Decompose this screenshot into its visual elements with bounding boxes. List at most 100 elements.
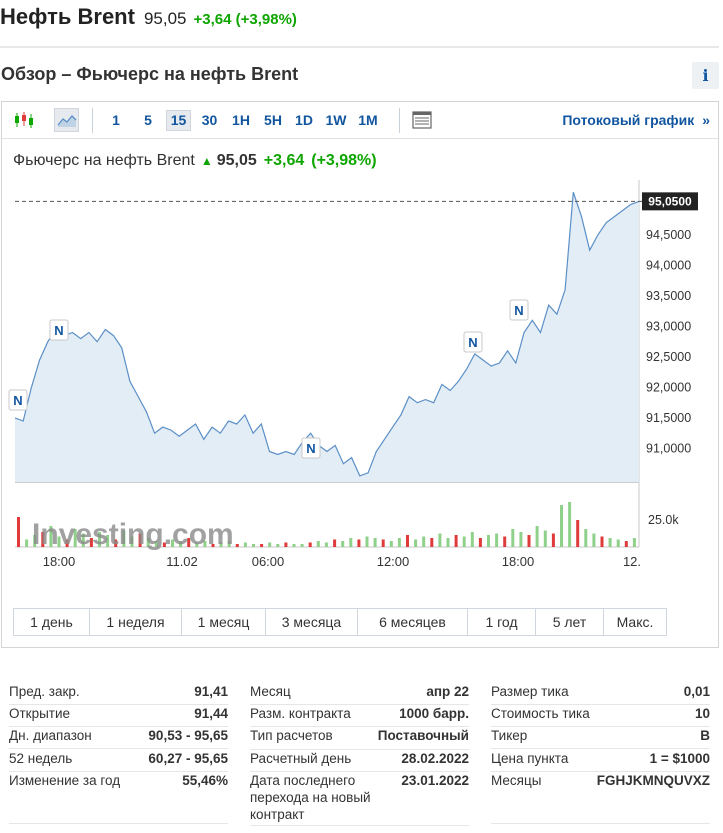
volume-bar	[487, 535, 490, 547]
range-button[interactable]: 1 год	[468, 609, 536, 635]
volume-bar	[243, 542, 247, 547]
stat-value: FGHJKMNQUVXZ	[596, 773, 710, 788]
volume-bar	[430, 538, 434, 547]
stat-row: Разм. контракта 1000 барр.	[250, 705, 469, 727]
stat-value: 60,27 - 95,65	[148, 751, 228, 766]
volume-bar	[592, 533, 596, 547]
stat-row: Месяцы FGHJKMNQUVXZ	[491, 772, 710, 824]
stat-row: 52 недель 60,27 - 95,65	[9, 750, 228, 772]
volume-bar	[284, 542, 288, 547]
volume-bar	[235, 544, 239, 547]
volume-bar	[422, 536, 426, 547]
y-tick-label: 93,5000	[646, 289, 691, 303]
volume-bar	[576, 520, 580, 547]
stat-row: Расчетный день 28.02.2022	[250, 750, 469, 772]
stat-value: 1000 барр.	[399, 706, 469, 721]
volume-bar	[300, 544, 304, 547]
volume-bar	[616, 539, 620, 547]
volume-bar	[624, 541, 628, 547]
volume-bar	[519, 532, 523, 547]
volume-bar	[17, 517, 20, 547]
header-divider	[0, 46, 719, 48]
volume-bar	[446, 538, 450, 547]
stat-row: Месяц апр 22	[250, 683, 469, 705]
range-button[interactable]: Макс.	[604, 609, 666, 635]
price-chart[interactable]: 95,0500 94,5000 94,0000 93,5000 93,0000 92,50…	[2, 102, 718, 602]
range-button[interactable]: 6 месяцев	[358, 609, 468, 635]
news-marker-label: N	[306, 441, 315, 456]
stat-row: Открытие 91,44	[9, 705, 228, 727]
x-tick-label: 18:00	[43, 554, 76, 569]
volume-bar	[560, 505, 563, 547]
news-marker-label: N	[468, 335, 477, 350]
volume-bar	[584, 529, 588, 547]
volume-bar	[503, 536, 507, 547]
stat-value: 28.02.2022	[401, 751, 469, 766]
volume-bar	[551, 533, 555, 547]
volume-bar	[543, 530, 547, 547]
current-price-label: 95,0500	[648, 194, 692, 208]
stat-label: Тип расчетов	[250, 728, 333, 743]
range-button[interactable]: 5 лет	[536, 609, 604, 635]
stat-label: Изменение за год	[9, 773, 121, 788]
range-button[interactable]: 1 неделя	[90, 609, 182, 635]
stat-value: 23.01.2022	[401, 773, 469, 788]
x-tick-label: 12:00	[377, 554, 410, 569]
stat-label: Месяц	[250, 684, 291, 699]
x-tick-label: 11.02	[166, 554, 198, 569]
volume-bar	[260, 544, 264, 547]
stat-row: Стоимость тика 10	[491, 705, 710, 727]
stat-row: Дата последнего перехода на новый контра…	[250, 772, 469, 826]
stat-value: 55,46%	[182, 773, 228, 788]
y-tick-label: 92,0000	[646, 380, 691, 394]
volume-bar	[341, 541, 345, 547]
instrument-title: Нефть Brent	[0, 4, 135, 29]
stat-row: Пред. закр. 91,41	[9, 683, 228, 705]
volume-bar	[389, 541, 393, 547]
volume-bar	[632, 538, 636, 547]
volume-bar	[495, 533, 499, 547]
volume-tick-label: 25.0k	[648, 513, 679, 527]
stat-label: Тикер	[491, 728, 528, 743]
volume-bar	[324, 542, 328, 547]
volume-bar	[365, 536, 369, 547]
stat-label: Стоимость тика	[491, 706, 590, 721]
instrument-header: Нефть Brent 95,05 +3,64 (+3,98%)	[0, 0, 723, 42]
x-tick-label: 06:00	[252, 554, 285, 569]
stat-value: 10	[694, 706, 710, 721]
y-tick-label: 93,0000	[646, 319, 691, 333]
stat-label: Пред. закр.	[9, 684, 80, 699]
volume-bar	[600, 536, 604, 547]
volume-bar	[316, 541, 320, 547]
stat-row: Тикер B	[491, 727, 710, 749]
time-range-selector: 1 день 1 неделя 1 месяц 3 месяца 6 месяцев 1 …	[13, 608, 667, 636]
volume-bar	[568, 502, 572, 547]
stat-label: Дата последнего перехода на новый контра…	[250, 773, 371, 822]
stat-value: 91,44	[194, 706, 228, 721]
stat-value: Поставочный	[377, 728, 469, 743]
volume-bar	[397, 538, 401, 547]
volume-bar	[25, 539, 29, 547]
instrument-price: 95,05	[143, 9, 187, 28]
stat-value: 90,53 - 95,65	[148, 728, 228, 743]
volume-bar	[373, 538, 377, 547]
y-tick-label: 94,5000	[646, 228, 691, 242]
info-icon[interactable]: i	[692, 62, 719, 89]
volume-bar	[478, 538, 482, 547]
stat-value: 1 = $1000	[649, 751, 710, 766]
stat-label: Размер тика	[491, 684, 569, 699]
volume-bar	[308, 542, 312, 547]
volume-bar	[252, 544, 255, 547]
range-button[interactable]: 3 месяца	[266, 609, 358, 635]
stat-label: Разм. контракта	[250, 706, 351, 721]
stat-value: апр 22	[426, 684, 469, 699]
volume-bar	[406, 535, 409, 547]
range-button[interactable]: 1 месяц	[182, 609, 266, 635]
news-marker-label: N	[54, 323, 63, 338]
stat-row: Тип расчетов Поставочный	[250, 727, 469, 750]
range-button[interactable]: 1 день	[14, 609, 90, 635]
stat-value: B	[700, 728, 710, 743]
section-title: Обзор – Фьючерс на нефть Brent	[1, 64, 299, 84]
stat-label: Месяцы	[491, 773, 542, 788]
volume-bar	[438, 533, 442, 547]
